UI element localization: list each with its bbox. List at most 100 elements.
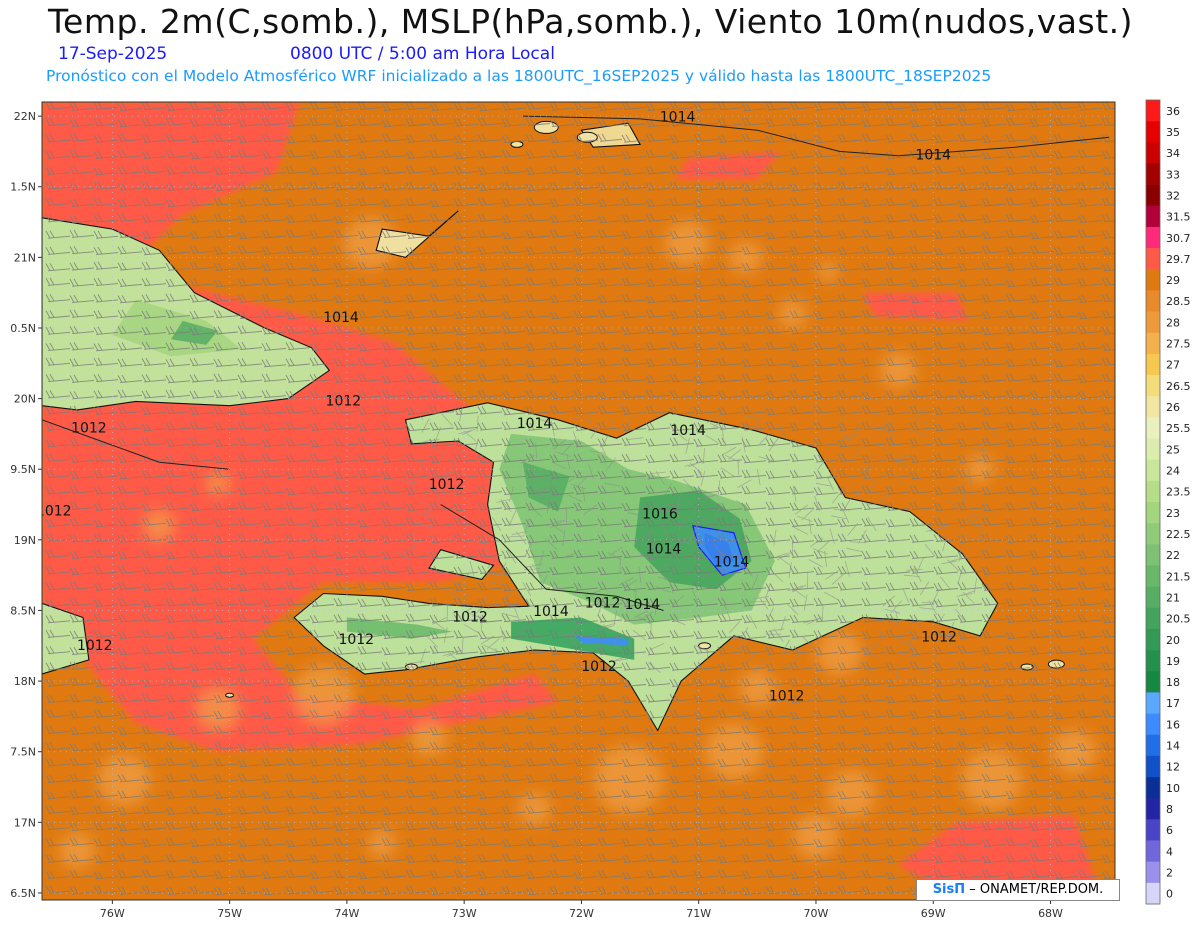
colorbar-label: 17: [1166, 697, 1180, 710]
isobar-label: 1014: [646, 542, 682, 558]
colorbar-label: 8: [1166, 803, 1173, 816]
lon-tick-label: 71W: [686, 907, 711, 920]
colorbar-swatch: [1146, 734, 1160, 757]
colorbar-swatch: [1146, 417, 1160, 439]
colorbar-swatch: [1146, 353, 1160, 376]
colorbar-label: 19: [1166, 655, 1180, 668]
colorbar-label: 20.5: [1166, 613, 1191, 626]
colorbar-label: 22.5: [1166, 528, 1191, 541]
lon-tick-label: 74W: [334, 907, 359, 920]
colorbar-swatch: [1146, 142, 1160, 164]
colorbar-swatch: [1146, 586, 1160, 609]
lat-tick-label: 7.5N: [10, 746, 36, 759]
isobar-label: 1012: [769, 689, 805, 705]
colorbar-label: 25.5: [1166, 422, 1191, 435]
colorbar-swatch: [1146, 861, 1160, 884]
colorbar-label: 4: [1166, 845, 1173, 858]
colorbar-swatch: [1146, 248, 1160, 270]
lat-tick-label: 17N: [14, 816, 36, 829]
colorbar-swatch: [1146, 671, 1160, 693]
colorbar-label: 27: [1166, 359, 1180, 372]
colorbar-swatch: [1146, 121, 1160, 143]
credit-text: – ONAMET/REP.DOM.: [969, 882, 1104, 897]
colorbar-swatch: [1146, 840, 1160, 862]
isobar-label: 1016: [642, 506, 678, 522]
colorbar-swatch: [1146, 692, 1160, 714]
lat-tick-label: 8.5N: [10, 604, 36, 617]
forecast-map: 1014 1014 1014 1012 1012 1014 1014 1012 1012 1016…: [0, 0, 1200, 927]
colorbar-swatch: [1146, 269, 1160, 291]
credit-box: SisΠ – ONAMET/REP.DOM.: [916, 879, 1120, 901]
colorbar-swatch: [1146, 798, 1160, 820]
isobar-label: 1014: [533, 604, 569, 620]
isobar-label: 1014: [714, 554, 750, 570]
colorbar-label: 36: [1166, 105, 1180, 118]
colorbar-swatch: [1146, 755, 1160, 778]
isobar-label: 1012: [921, 629, 957, 645]
colorbar-label: 16: [1166, 718, 1180, 731]
colorbar-swatch: [1146, 459, 1160, 482]
colorbar-label: 32: [1166, 189, 1180, 202]
credit-brand: SisΠ: [932, 882, 966, 897]
lat-tick-label: 0.5N: [10, 322, 36, 335]
colorbar-label: 28.5: [1166, 295, 1191, 308]
colorbar-swatch: [1146, 205, 1160, 228]
isobar-label: 1014: [660, 110, 696, 126]
lat-tick-label: 18N: [14, 675, 36, 688]
colorbar-label: 0: [1166, 888, 1173, 901]
colorbar-label: 28: [1166, 316, 1180, 329]
colorbar-label: 27.5: [1166, 338, 1191, 351]
colorbar-label: 35: [1166, 126, 1180, 139]
lon-tick-label: 69W: [921, 907, 946, 920]
colorbar-swatch: [1146, 311, 1160, 334]
colorbar-swatch: [1146, 290, 1160, 312]
colorbar-swatch: [1146, 628, 1160, 651]
colorbar-swatch: [1146, 502, 1160, 524]
colorbar-label: 24: [1166, 465, 1180, 478]
colorbar-label: 29: [1166, 274, 1180, 287]
lon-tick-label: 73W: [452, 907, 477, 920]
colorbar-swatch: [1146, 565, 1160, 587]
colorbar-swatch: [1146, 607, 1160, 630]
colorbar-label: 26.5: [1166, 380, 1191, 393]
isobar-label: 1012: [77, 638, 113, 654]
isobar-label: 1012: [429, 477, 465, 493]
isobar-label: 1012: [585, 595, 621, 611]
colorbar-swatch: [1146, 882, 1160, 905]
colorbar-swatch: [1146, 226, 1160, 249]
lon-tick-label: 75W: [217, 907, 242, 920]
colorbar-label: 22: [1166, 549, 1180, 562]
colorbar-label: 25: [1166, 443, 1180, 456]
colorbar-label: 2: [1166, 867, 1173, 880]
temperature-colorbar: 363534333231.530.729.72928.52827.52726.5…: [1145, 99, 1191, 905]
isobar-label: 1012: [581, 659, 617, 675]
isobar-label: 1014: [517, 416, 553, 432]
colorbar-swatch: [1146, 523, 1160, 545]
isobar-label: 1012: [71, 420, 107, 436]
lat-tick-label: 9.5N: [10, 463, 36, 476]
isobar-label: 1012: [452, 610, 488, 626]
isobar-label: 1012: [338, 632, 374, 648]
lat-tick-label: 1.5N: [10, 181, 36, 194]
colorbar-label: 23: [1166, 507, 1180, 520]
lat-tick-label: 6.5N: [10, 887, 36, 900]
colorbar-label: 18: [1166, 676, 1180, 689]
colorbar-label: 6: [1166, 824, 1173, 837]
colorbar-swatch: [1146, 777, 1160, 799]
isobar-label: 1012: [326, 393, 362, 409]
colorbar-label: 34: [1166, 147, 1180, 160]
isobar-label: 1012: [36, 504, 72, 520]
colorbar-swatch: [1146, 713, 1160, 736]
colorbar-label: 23.5: [1166, 486, 1191, 499]
colorbar-swatch: [1146, 480, 1160, 503]
colorbar-label: 20: [1166, 634, 1180, 647]
colorbar-swatch: [1146, 100, 1160, 122]
colorbar-label: 21.5: [1166, 570, 1191, 583]
map-figure: 1014 1014 1014 1012 1012 1014 1014 1012 1012 1016…: [10, 99, 1191, 920]
colorbar-label: 31.5: [1166, 211, 1191, 224]
lat-tick-label: 22N: [14, 110, 36, 123]
lon-tick-label: 76W: [100, 907, 125, 920]
lat-tick-label: 21N: [14, 251, 36, 264]
colorbar-swatch: [1146, 544, 1160, 566]
lon-tick-label: 68W: [1038, 907, 1063, 920]
